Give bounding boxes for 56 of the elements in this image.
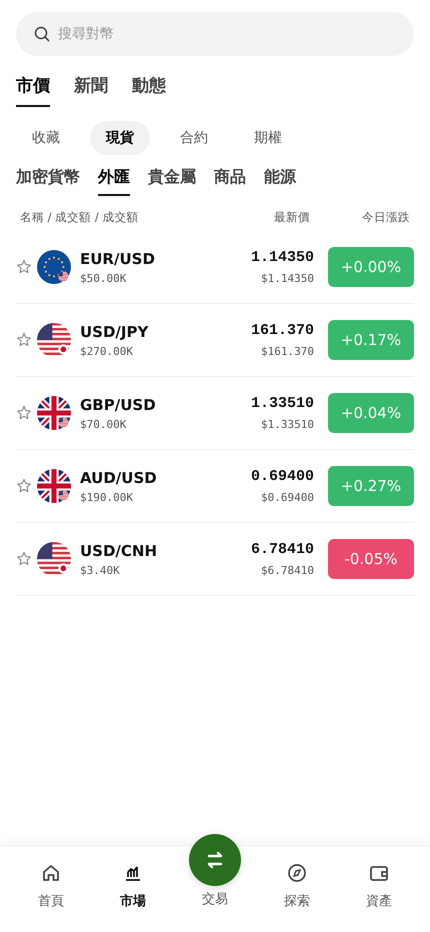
category-tab[interactable]: 加密貨幣 [16,167,80,196]
trade-button[interactable] [189,834,241,886]
column-header: 名稱 / 成交額 / 成交額 [20,210,140,225]
flag-icon [37,250,71,284]
pair-name: USD/JPY [80,322,150,340]
market-type-tab[interactable]: 收藏 [16,121,76,155]
category-tab[interactable]: 貴金屬 [148,167,196,196]
star-icon[interactable] [16,259,32,275]
volume-text: $70.00K [80,418,128,430]
home-icon [40,862,62,884]
flag-icon [37,396,71,430]
flag-icon [37,469,71,503]
market-type-tab[interactable]: 現貨 [90,121,150,155]
volume-text: $50.00K [80,272,128,284]
nav-tab[interactable]: 資產 [338,846,420,932]
category-tab[interactable]: 能源 [264,167,296,196]
price-text: 1.33510 [250,395,314,412]
nav-tab[interactable]: 探索 [256,846,338,932]
price-usd-text: $0.69400 [261,491,314,504]
market-type-tab[interactable]: 合約 [164,121,224,155]
star-icon[interactable] [16,478,32,494]
category-tab[interactable]: 外匯 [98,167,130,196]
tab[interactable]: 動態 [132,74,166,107]
nav-label: 交易 [202,891,228,908]
pair-name: GBP/USD [80,396,157,414]
nav-tab[interactable]: 首頁 [10,846,92,932]
flag-icon [37,323,71,357]
price-text: 161.370 [250,322,314,339]
change-badge[interactable]: -0.05% [328,539,414,579]
search-field[interactable]: 搜尋對幣 [16,12,414,56]
star-icon[interactable] [16,332,32,348]
pair-name: USD/CNH [80,542,158,560]
price-text: 1.14350 [250,249,314,266]
flag-icon [37,542,71,576]
star-icon[interactable] [16,405,32,421]
price-usd-text: $161.370 [261,345,314,358]
pair-name: AUD/USD [80,468,158,486]
price-usd-text: $6.78410 [261,564,314,577]
tab[interactable]: 新聞 [74,74,108,107]
star-icon[interactable] [16,551,32,567]
price-text: 6.78410 [250,541,314,558]
market-type-tab[interactable]: 期權 [238,121,298,155]
column-header: 最新價 [273,210,310,225]
volume-text: $270.00K [80,344,134,358]
column-header: 今日漲跌 [361,210,410,225]
category-tab[interactable]: 商品 [214,167,246,196]
price-usd-text: $1.33510 [261,418,314,431]
price-text: 0.69400 [250,468,314,485]
search-icon [34,26,50,42]
volume-text: $3.40K [80,564,121,576]
pair-name: EUR/USD [80,250,156,268]
tab[interactable]: 市價 [16,74,50,107]
volume-text: $190.00K [80,490,134,504]
price-usd-text: $1.14350 [261,272,314,285]
nav-tab[interactable]: 市場 [92,846,174,932]
compass-icon [286,862,308,884]
